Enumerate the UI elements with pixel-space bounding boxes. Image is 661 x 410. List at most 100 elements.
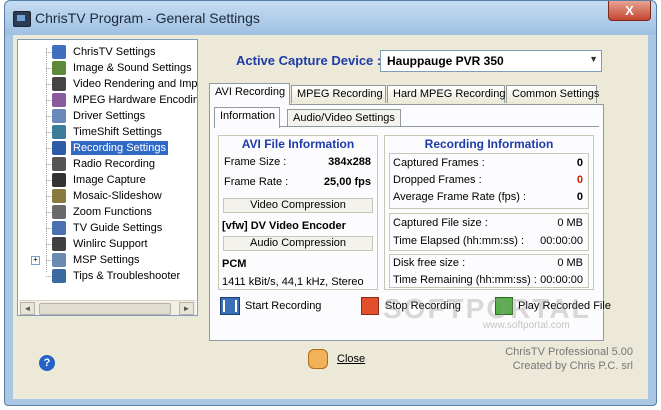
video-icon xyxy=(52,77,66,91)
tips-icon xyxy=(52,269,66,283)
active-capture-device-label: Active Capture Device : xyxy=(236,53,382,68)
credit-text: Created by Chris P.C. srl xyxy=(512,360,633,372)
tree-item-tips[interactable]: Tips & Troubleshooter xyxy=(18,268,197,284)
tab-avi-recording[interactable]: AVI Recording xyxy=(209,83,290,105)
file-size-box: Captured File size : 0 MB Time Elapsed (… xyxy=(389,213,589,251)
time-remaining-value: 00:00:00 xyxy=(540,274,583,286)
tree-horizontal-scrollbar[interactable]: ◄ ► xyxy=(19,300,196,315)
capture-device-select[interactable]: Hauppauge PVR 350 ▼ xyxy=(380,50,602,72)
tree-item-label: Image & Sound Settings xyxy=(73,62,192,74)
tree-item-label: Image Capture xyxy=(73,174,146,186)
frame-rate-label: Frame Rate : xyxy=(224,176,289,188)
video-codec-value: [vfw] DV Video Encoder xyxy=(222,220,346,232)
title-bar: ChrisTV Program - General Settings X xyxy=(5,1,656,35)
avg-frame-rate-label: Average Frame Rate (fps) : xyxy=(393,191,527,203)
scroll-left-button[interactable]: ◄ xyxy=(20,302,35,315)
tree-item-label: ChrisTV Settings xyxy=(73,46,156,58)
captured-frames-label: Captured Frames : xyxy=(393,157,485,169)
tree-item-zoom-functions[interactable]: Zoom Functions xyxy=(18,204,197,220)
avg-frame-rate-value: 0 xyxy=(576,191,583,203)
tree-item-image-sound[interactable]: Image & Sound Settings xyxy=(18,60,197,76)
tree-item-label: TimeShift Settings xyxy=(73,126,162,138)
camera-icon xyxy=(52,173,66,187)
tab-mpeg-recording[interactable]: MPEG Recording xyxy=(291,85,386,103)
avi-file-info-title: AVI File Information xyxy=(241,137,355,151)
tab-common-settings[interactable]: Common Settings xyxy=(506,85,599,103)
recording-info-title: Recording Information xyxy=(424,137,554,151)
tree-item-recording-settings[interactable]: Recording Settings xyxy=(18,140,197,156)
chevron-down-icon: ▼ xyxy=(589,54,598,64)
tv-app-icon xyxy=(13,11,31,27)
hand-icon[interactable] xyxy=(308,349,328,369)
timeshift-icon xyxy=(52,125,66,139)
close-button[interactable]: Close xyxy=(337,353,365,365)
settings-tree: ChrisTV Settings Image & Sound Settings … xyxy=(17,39,198,316)
avi-file-info-group: AVI File Information Frame Size : 384x28… xyxy=(218,135,378,290)
client-area: ChrisTV Settings Image & Sound Settings … xyxy=(13,35,648,399)
driver-icon xyxy=(52,109,66,123)
tree-item-christv-settings[interactable]: ChrisTV Settings xyxy=(18,44,197,60)
tab-information[interactable]: Information xyxy=(214,107,280,128)
frame-rate-value: 25,00 fps xyxy=(323,176,371,188)
tree-item-image-capture[interactable]: Image Capture xyxy=(18,172,197,188)
tree-item-label: TV Guide Settings xyxy=(73,222,163,234)
mpeg-icon xyxy=(52,93,66,107)
tree-item-msp-settings[interactable]: + MSP Settings xyxy=(18,252,197,268)
tvguide-icon xyxy=(52,221,66,235)
time-elapsed-label: Time Elapsed (hh:mm:ss) : xyxy=(393,235,525,247)
disk-space-box: Disk free size : 0 MB Time Remaining (hh… xyxy=(389,254,589,288)
tree-item-winlirc[interactable]: Winlirc Support xyxy=(18,236,197,252)
tree-item-timeshift[interactable]: TimeShift Settings xyxy=(18,124,197,140)
start-recording-button[interactable]: Start Recording xyxy=(245,300,321,312)
tree-item-video-rendering[interactable]: Video Rendering and Improvements xyxy=(18,76,198,92)
tab-hard-mpeg-recording[interactable]: Hard MPEG Recording xyxy=(387,85,506,103)
tree-item-mosaic-slideshow[interactable]: Mosaic-Slideshow xyxy=(18,188,197,204)
tree-item-label: Driver Settings xyxy=(73,110,146,122)
disk-free-label: Disk free size : xyxy=(393,257,466,269)
msp-icon xyxy=(52,253,66,267)
audio-compression-header: Audio Compression xyxy=(223,236,373,251)
tree-item-label: Mosaic-Slideshow xyxy=(73,190,162,202)
tree-item-radio-recording[interactable]: Radio Recording xyxy=(18,156,197,172)
tree-item-label: MSP Settings xyxy=(73,254,140,266)
capture-device-value: Hauppauge PVR 350 xyxy=(387,54,504,68)
tree-expand-toggle[interactable]: + xyxy=(31,256,40,265)
scrollbar-thumb[interactable] xyxy=(39,303,171,315)
tree-item-label: Video Rendering and Improvements xyxy=(73,78,198,90)
stop-icon[interactable] xyxy=(361,297,379,315)
video-compression-header: Video Compression xyxy=(223,198,373,213)
dropped-frames-label: Dropped Frames : xyxy=(393,174,482,186)
window-title: ChrisTV Program - General Settings xyxy=(35,10,260,26)
time-elapsed-value: 00:00:00 xyxy=(540,235,583,247)
frames-box: Captured Frames : 0 Dropped Frames : 0 A… xyxy=(389,153,589,209)
help-icon[interactable]: ? xyxy=(39,355,55,371)
tree-item-label: Recording Settings xyxy=(71,141,168,155)
tree-item-label: MPEG Hardware Encoding xyxy=(73,94,198,106)
tree-item-label: Tips & Troubleshooter xyxy=(73,270,181,282)
recording-info-group: Recording Information Captured Frames : … xyxy=(384,135,594,290)
captured-file-size-label: Captured File size : xyxy=(393,217,488,229)
remote-icon xyxy=(52,237,66,251)
dropped-frames-value: 0 xyxy=(576,174,583,186)
frame-size-value: 384x288 xyxy=(328,156,371,168)
zoom-icon xyxy=(52,205,66,219)
tree-item-mpeg-hardware[interactable]: MPEG Hardware Encoding xyxy=(18,92,198,108)
tree-item-tv-guide[interactable]: TV Guide Settings xyxy=(18,220,197,236)
main-window: ChrisTV Program - General Settings X Chr… xyxy=(4,0,657,406)
scroll-right-button[interactable]: ► xyxy=(179,302,194,315)
window-close-button[interactable]: X xyxy=(608,1,651,21)
tree-item-driver-settings[interactable]: Driver Settings xyxy=(18,108,197,124)
captured-frames-value: 0 xyxy=(576,157,583,169)
disk-free-value: 0 MB xyxy=(557,257,583,269)
mosaic-icon xyxy=(52,189,66,203)
captured-file-size-value: 0 MB xyxy=(557,217,583,229)
image-sound-icon xyxy=(52,61,66,75)
frame-size-label: Frame Size : xyxy=(224,156,287,168)
settings-icon xyxy=(52,45,66,59)
radio-icon xyxy=(52,157,66,171)
film-record-icon[interactable] xyxy=(220,297,240,315)
tree-item-label: Zoom Functions xyxy=(73,206,152,218)
watermark-url: www.softportal.com xyxy=(483,320,570,331)
version-text: ChrisTV Professional 5.00 xyxy=(505,346,633,358)
tab-audio-video-settings[interactable]: Audio/Video Settings xyxy=(287,109,401,127)
